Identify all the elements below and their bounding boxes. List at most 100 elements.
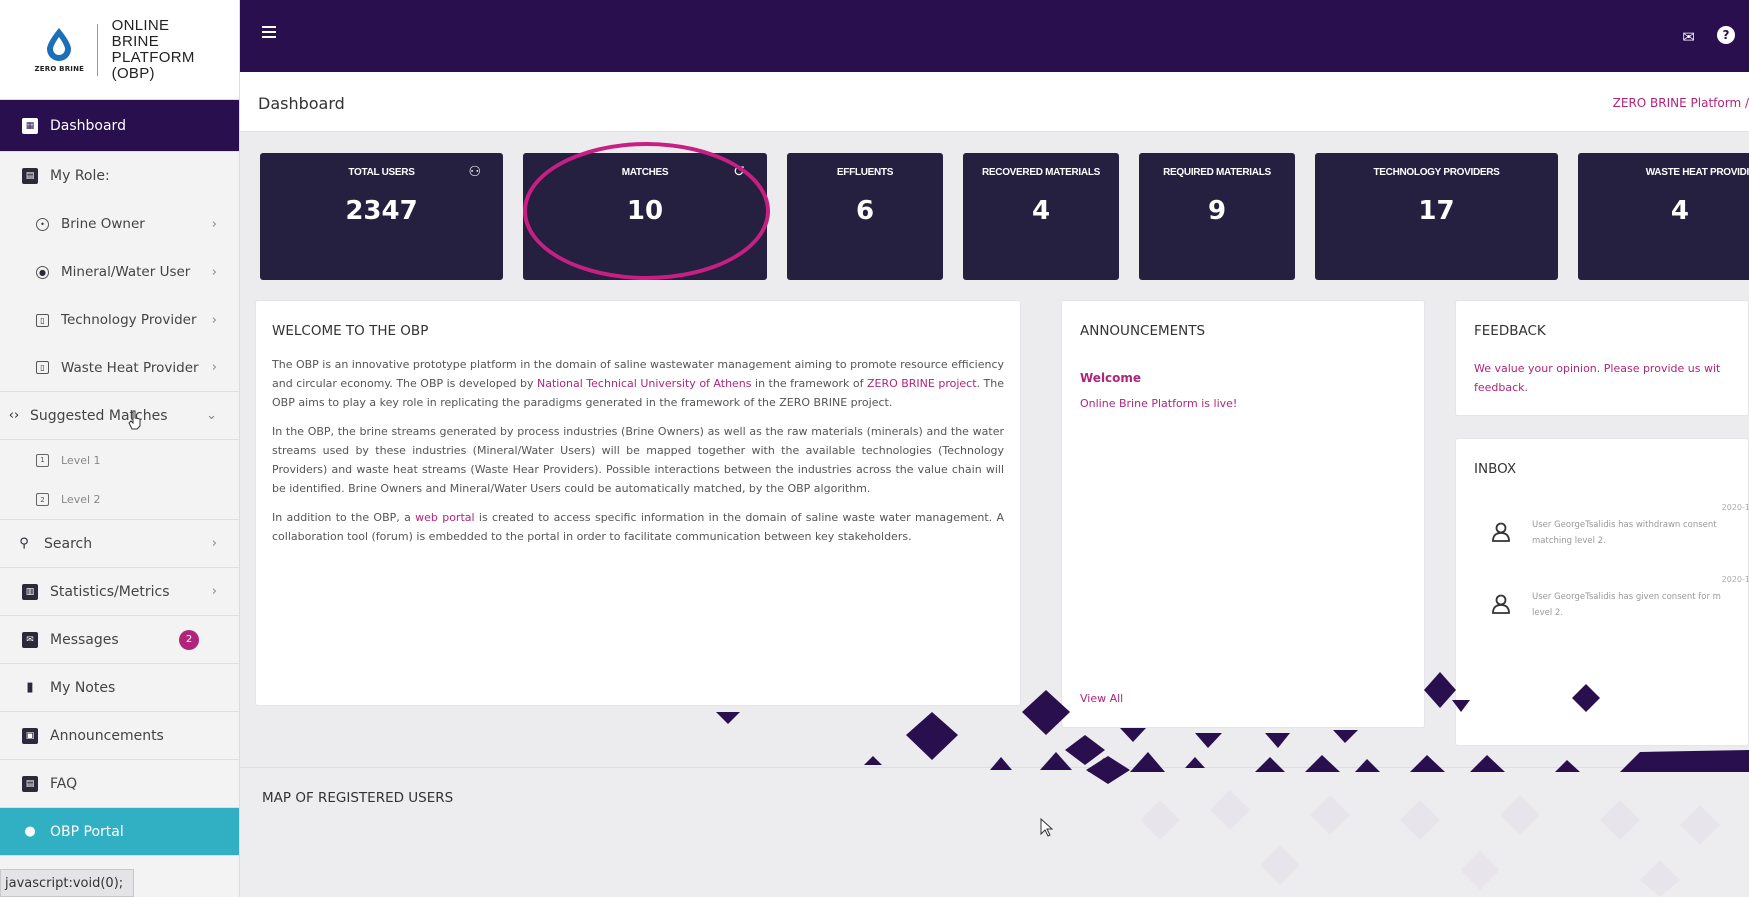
breadcrumb[interactable]: ZERO BRINE Platform / xyxy=(1613,96,1749,110)
sidebar-item-label: My Role: xyxy=(50,168,110,184)
water-drop-icon xyxy=(47,27,72,61)
person-icon xyxy=(1492,594,1510,614)
sidebar-item-obp-portal[interactable]: ● OBP Portal xyxy=(0,808,239,856)
users-icon: ⚇ xyxy=(468,164,481,180)
sidebar-item-level-1[interactable]: 1 Level 1 xyxy=(0,440,239,480)
sidebar-item-label: Brine Owner xyxy=(61,216,145,232)
stat-label: RECOVERED MATERIALS xyxy=(981,167,1100,178)
sidebar-item-label: OBP Portal xyxy=(50,823,124,840)
sidebar-item-mineral-water-user[interactable]: ● Mineral/Water User › xyxy=(0,248,239,296)
stat-card-required-materials[interactable]: REQUIRED MATERIALS 9 xyxy=(1139,153,1295,280)
stat-card-effluents[interactable]: EFFLUENTS 6 xyxy=(787,153,943,280)
stat-label: EFFLUENTS xyxy=(836,167,894,178)
sidebar-item-messages[interactable]: ✉ Messages 2 xyxy=(0,616,239,664)
stat-label: MATCHES xyxy=(621,167,669,178)
sidebar-item-technology-provider[interactable]: ▯ Technology Provider › xyxy=(0,296,239,344)
mail-icon[interactable]: ✉ xyxy=(1682,28,1695,46)
logo-mark: ZERO BRINE xyxy=(34,27,85,73)
message-date: 2020-1 xyxy=(1721,503,1749,512)
sidebar-item-my-notes[interactable]: ▮ My Notes xyxy=(0,664,239,712)
logo-line-2: BRINE xyxy=(111,32,159,50)
chevron-right-icon: › xyxy=(211,312,217,328)
stat-card-waste-heat-providers[interactable]: WASTE HEAT PROVIDI 4 xyxy=(1578,153,1749,280)
message-text: User GeorgeTsalidis has given consent fo… xyxy=(1532,589,1749,621)
logo-text: ONLINE BRINE PLATFORM (OBP) xyxy=(111,16,239,82)
document-icon: ▯ xyxy=(36,313,49,327)
inbox-message[interactable]: 2020-1 User GeorgeTsalidis has given con… xyxy=(1474,575,1749,625)
sidebar-item-label: My Notes xyxy=(50,679,116,696)
sidebar-item-announcements[interactable]: ▣ Announcements xyxy=(0,712,239,760)
stat-value: 2347 xyxy=(345,196,418,226)
stat-card-technology-providers[interactable]: TECHNOLOGY PROVIDERS 17 xyxy=(1315,153,1558,280)
sidebar-item-level-2[interactable]: 2 Level 2 xyxy=(0,480,239,520)
feedback-text[interactable]: We value your opinion. Please provide us… xyxy=(1474,359,1730,397)
chevron-right-icon: › xyxy=(211,360,217,375)
message-date: 2020-1 xyxy=(1721,575,1749,584)
logo[interactable]: ZERO BRINE ONLINE BRINE PLATFORM (OBP) xyxy=(0,0,239,100)
sidebar-item-statistics[interactable]: ▥ Statistics/Metrics › xyxy=(0,568,239,616)
chevron-right-icon: › xyxy=(211,264,217,280)
sidebar-item-label: Level 1 xyxy=(61,453,101,467)
breadcrumb-bar: Dashboard ZERO BRINE Platform / xyxy=(240,72,1749,132)
announcements-title: ANNOUNCEMENTS xyxy=(1080,323,1206,339)
stat-card-recovered-materials[interactable]: RECOVERED MATERIALS 4 xyxy=(963,153,1119,280)
message-line-1: User GeorgeTsalidis has given consent fo… xyxy=(1532,592,1721,602)
map-panel: MAP OF REGISTERED USERS xyxy=(240,767,1749,897)
sidebar-item-label: Search xyxy=(44,535,93,552)
zero-brine-link[interactable]: ZERO BRINE project xyxy=(867,377,977,390)
stat-label: WASTE HEAT PROVIDI xyxy=(1645,167,1749,178)
stat-card-total-users[interactable]: TOTAL USERS 2347 ⚇ xyxy=(260,153,503,280)
chart-icon: ▥ xyxy=(22,583,38,600)
page-title: Dashboard xyxy=(258,94,345,113)
help-icon[interactable]: ? xyxy=(1717,26,1735,44)
welcome-paragraph-2: In the OBP, the brine streams generated … xyxy=(272,425,1004,495)
hand-cursor-icon xyxy=(128,410,141,430)
sidebar-item-my-role: ▤ My Role: xyxy=(0,152,239,200)
announcement-icon: ▣ xyxy=(22,727,38,744)
stat-label: REQUIRED MATERIALS xyxy=(1163,167,1271,178)
ntua-link[interactable]: National Technical University of Athens xyxy=(537,377,752,390)
sidebar-item-label: FAQ xyxy=(50,775,78,792)
inbox-panel: INBOX 2020-1 User GeorgeTsalidis has wit… xyxy=(1455,438,1749,746)
search-icon: ⚲ xyxy=(19,536,29,551)
welcome-paragraph-3: In addition to the OBP, a web portal is … xyxy=(272,508,1004,546)
message-line-2: level 2. xyxy=(1532,608,1564,618)
message-line-2: matching level 2. xyxy=(1532,536,1606,546)
sidebar-item-faq[interactable]: ▤ FAQ xyxy=(0,760,239,808)
inbox-title: INBOX xyxy=(1474,461,1517,477)
sidebar-item-label: Announcements xyxy=(50,727,164,744)
stat-value: 17 xyxy=(1418,196,1455,226)
sidebar-item-label: Level 2 xyxy=(61,493,101,506)
logo-line-3: PLATFORM (OBP) xyxy=(111,48,195,82)
sidebar-item-label: Messages xyxy=(50,631,119,648)
document-icon: ▯ xyxy=(36,361,49,374)
logo-line-1: ONLINE xyxy=(111,16,170,34)
envelope-icon: ✉ xyxy=(22,631,38,648)
sidebar-item-waste-heat-provider[interactable]: ▯ Waste Heat Provider › xyxy=(0,344,239,392)
sidebar-item-brine-owner[interactable]: • Brine Owner › xyxy=(0,200,239,248)
web-portal-link[interactable]: web portal xyxy=(415,511,474,524)
chevron-right-icon: › xyxy=(211,584,217,599)
feedback-panel: FEEDBACK We value your opinion. Please p… xyxy=(1455,300,1749,416)
sidebar: ZERO BRINE ONLINE BRINE PLATFORM (OBP) ▦… xyxy=(0,0,240,897)
pointer-cursor-icon xyxy=(1040,818,1054,837)
sidebar-item-label: Statistics/Metrics xyxy=(50,583,170,600)
sidebar-item-dashboard[interactable]: ▦ Dashboard xyxy=(0,100,239,152)
view-all-link[interactable]: View All xyxy=(1080,692,1123,705)
stat-value: 10 xyxy=(626,196,664,226)
stat-card-matches[interactable]: MATCHES 10 ↺ xyxy=(523,153,767,280)
level-icon: 2 xyxy=(36,493,49,506)
sidebar-item-label: Mineral/Water User xyxy=(61,264,191,280)
sidebar-item-label: Technology Provider xyxy=(61,312,197,328)
stat-value: 4 xyxy=(1031,196,1051,226)
inbox-message[interactable]: 2020-1 User GeorgeTsalidis has withdrawn… xyxy=(1474,503,1749,553)
announcement-item-title[interactable]: Welcome xyxy=(1080,371,1406,385)
status-bar-url: javascript:void(0); xyxy=(0,869,135,897)
sidebar-item-search[interactable]: ⚲ Search › xyxy=(0,520,239,568)
sidebar-item-suggested-matches[interactable]: ‹› Suggested Matches ⌄ xyxy=(0,392,239,440)
hamburger-icon[interactable] xyxy=(262,26,276,38)
stat-value: 9 xyxy=(1207,196,1227,226)
map-title: MAP OF REGISTERED USERS xyxy=(262,790,454,806)
stat-label: TECHNOLOGY PROVIDERS xyxy=(1373,167,1500,178)
feedback-line-2: feedback. xyxy=(1474,381,1529,394)
